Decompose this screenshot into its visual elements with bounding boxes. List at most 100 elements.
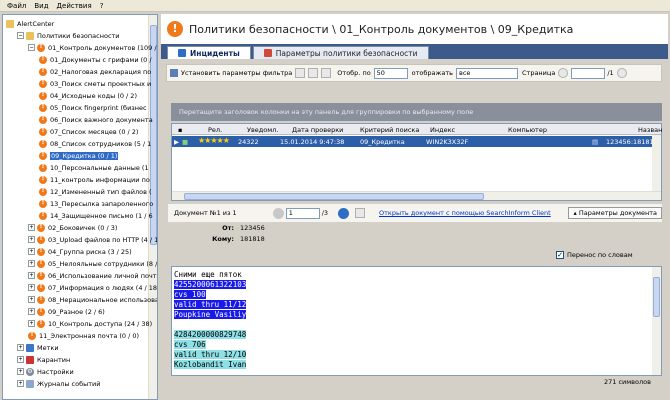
tab-bar: Инциденты Параметры политики безопасност… bbox=[161, 44, 668, 59]
menu-item-2[interactable]: Действия bbox=[53, 2, 96, 10]
table-row[interactable]: ▶ ■ ★★★★★ 24322 15.01.2014 9:47:38 09_Кр… bbox=[172, 136, 661, 147]
tree-item[interactable]: +04_Группа риска (3 / 25) bbox=[28, 246, 132, 257]
col-computer[interactable]: Компьютер bbox=[508, 126, 547, 134]
tree-item[interactable]: +07_Информация о людях (4 / 18) bbox=[28, 282, 157, 293]
tree-item[interactable]: − 01_Контроль документов (109 / bbox=[28, 42, 157, 53]
tree-item[interactable]: AlertCenter bbox=[6, 18, 54, 29]
tree-item[interactable]: +05_Нелояльные сотрудники (8 / bbox=[28, 258, 157, 269]
toolbar: Установить параметры фильтра Отобр. по 5… bbox=[166, 64, 662, 82]
tree-item[interactable]: 13_Пересылка запароленного bbox=[39, 198, 153, 209]
expand-icon[interactable]: + bbox=[28, 224, 35, 231]
tree-item[interactable]: 08_Список сотрудников (5 / 1 bbox=[39, 138, 151, 149]
col-notify[interactable]: Уведомл. bbox=[247, 126, 278, 134]
menu-item-3[interactable]: ? bbox=[96, 2, 108, 10]
show-by-select[interactable]: 50 bbox=[373, 67, 408, 79]
expand-icon[interactable]: + bbox=[28, 260, 35, 267]
open-in-client-link[interactable]: Открыть документ с помощью SearchInform … bbox=[379, 209, 551, 217]
expand-icon[interactable]: + bbox=[17, 356, 24, 363]
collapse-icon[interactable]: − bbox=[17, 32, 24, 39]
tree-item[interactable]: + Метки bbox=[17, 342, 59, 353]
document-line-text: Сними еще пяток bbox=[174, 270, 242, 279]
tree-item-label: 09_Разное (2 / 6) bbox=[48, 307, 105, 316]
tree-item[interactable]: 12_Измененный тип файлов ( bbox=[39, 186, 152, 197]
tree-item[interactable]: 09_Кредитка (0 / 1) bbox=[39, 150, 119, 161]
col-name[interactable]: Назван bbox=[638, 126, 662, 134]
tree-item[interactable]: 03_Поиск сметы проектных и bbox=[39, 78, 151, 89]
alert-icon bbox=[37, 247, 45, 256]
display-label: отображать bbox=[411, 69, 453, 77]
col-relevance[interactable]: Рел. bbox=[208, 126, 222, 134]
tree-item[interactable]: +09_Разное (2 / 6) bbox=[28, 306, 105, 317]
tree-item[interactable]: 05_Поиск fingerprint (бизнес bbox=[39, 102, 147, 113]
tree-item[interactable]: + Карантин bbox=[17, 354, 70, 365]
document-params-label: Параметры документа bbox=[578, 209, 657, 217]
tree-item[interactable]: 02_Налоговая декларация по bbox=[39, 66, 151, 77]
document-line: valid thru 12/10 bbox=[174, 350, 659, 360]
display-select[interactable]: все bbox=[456, 67, 518, 79]
tree-item[interactable]: +06_Использование личной почты bbox=[28, 270, 157, 281]
tree-item[interactable]: 10_Персональные данные (1 bbox=[39, 162, 149, 173]
export-icon[interactable] bbox=[321, 68, 332, 78]
menu-item-0[interactable]: Файл bbox=[3, 2, 30, 10]
col-date[interactable]: Дата проверки bbox=[292, 126, 343, 134]
tree-item[interactable]: 06_Поиск важного документа bbox=[39, 114, 153, 125]
close-doc-icon[interactable] bbox=[355, 208, 366, 218]
doc-page-total: /3 bbox=[321, 209, 329, 217]
expand-icon[interactable]: + bbox=[28, 236, 35, 243]
print-icon[interactable] bbox=[308, 68, 319, 78]
prev-doc-icon[interactable] bbox=[272, 207, 284, 219]
expand-icon[interactable]: + bbox=[28, 308, 35, 315]
set-filter-button[interactable]: Установить параметры фильтра bbox=[181, 69, 292, 77]
grid-hscrollbar[interactable] bbox=[172, 191, 661, 200]
col-index[interactable]: Индекс bbox=[430, 126, 455, 134]
document-params-button[interactable]: ▴ Параметры документа bbox=[568, 207, 662, 219]
filter-icon[interactable] bbox=[170, 69, 178, 77]
to-value: 181818 bbox=[240, 235, 265, 243]
col-criterion[interactable]: Критерий поиска bbox=[360, 126, 419, 134]
expand-icon[interactable]: + bbox=[28, 248, 35, 255]
expand-icon[interactable]: + bbox=[28, 272, 35, 279]
cell-index: WIN2K3X32F bbox=[426, 138, 469, 146]
expand-icon[interactable]: + bbox=[17, 344, 24, 351]
prev-page-icon[interactable] bbox=[558, 68, 569, 78]
tab-incidents[interactable]: Инциденты bbox=[167, 46, 251, 59]
tree-item[interactable]: +08_Нерациональное использован bbox=[28, 294, 157, 305]
tree-item[interactable]: 07_Список месяцев (0 / 2) bbox=[39, 126, 138, 137]
expand-icon[interactable]: + bbox=[17, 380, 24, 387]
row-check-icon[interactable]: ■ bbox=[182, 138, 188, 146]
menu-item-1[interactable]: Вид bbox=[30, 2, 52, 10]
alert-icon bbox=[37, 271, 45, 280]
next-page-icon[interactable] bbox=[616, 68, 627, 78]
doc-page-input[interactable]: 1 bbox=[285, 207, 320, 219]
expand-icon[interactable]: + bbox=[28, 284, 35, 291]
save-icon[interactable] bbox=[295, 68, 306, 78]
page-input[interactable] bbox=[571, 67, 606, 79]
tree-item[interactable]: − Политики безопасности bbox=[17, 30, 120, 41]
tree-item[interactable]: +03_Upload файлов по HTTP (4 / 15 bbox=[28, 234, 157, 245]
expand-icon[interactable]: + bbox=[28, 296, 35, 303]
col-check-icon[interactable]: ▪ bbox=[178, 126, 182, 134]
tree-item[interactable]: 11_контроль информации по bbox=[39, 174, 150, 185]
document-text[interactable]: Сними еще пяток 4255200061322103 cvs 100 va… bbox=[171, 266, 662, 376]
tree-item[interactable]: +10_Контроль доступа (24 / 38) bbox=[28, 318, 152, 329]
expand-icon[interactable]: + bbox=[28, 320, 35, 327]
tab-policy-params[interactable]: Параметры политики безопасности bbox=[252, 46, 429, 59]
tree-item[interactable]: +02_Боковичек (0 / 3) bbox=[28, 222, 117, 233]
collapse-icon[interactable]: − bbox=[28, 44, 35, 51]
tree-item[interactable]: 04_Исходные коды (0 / 2) bbox=[39, 90, 137, 101]
document-line-text: cvs 706 bbox=[174, 340, 206, 349]
group-by-panel[interactable]: Перетащите заголовок колонки на эту пане… bbox=[171, 103, 662, 121]
tree-item[interactable]: + Журналы событий bbox=[17, 378, 101, 389]
expand-icon[interactable]: + bbox=[17, 368, 24, 375]
tree-item[interactable]: 01_Документы с грифами (0 / bbox=[39, 54, 152, 65]
tree-item[interactable]: 14_Защищенное письмо (1 / 6 bbox=[39, 210, 153, 221]
next-doc-icon[interactable] bbox=[338, 207, 350, 219]
tree-item[interactable]: + Настройки bbox=[17, 366, 74, 377]
tree-item[interactable]: 11_Электронная почта (0 / 0) bbox=[28, 330, 139, 341]
cell-name: 123456:181818 bbox=[606, 138, 658, 146]
document-scrollbar[interactable] bbox=[652, 267, 661, 375]
alert-icon bbox=[39, 103, 47, 112]
grid-vscrollbar[interactable] bbox=[652, 135, 661, 191]
word-wrap-checkbox[interactable]: ✓ Перенос по словам bbox=[556, 251, 633, 259]
tree-item-label: 12_Измененный тип файлов ( bbox=[50, 187, 152, 196]
